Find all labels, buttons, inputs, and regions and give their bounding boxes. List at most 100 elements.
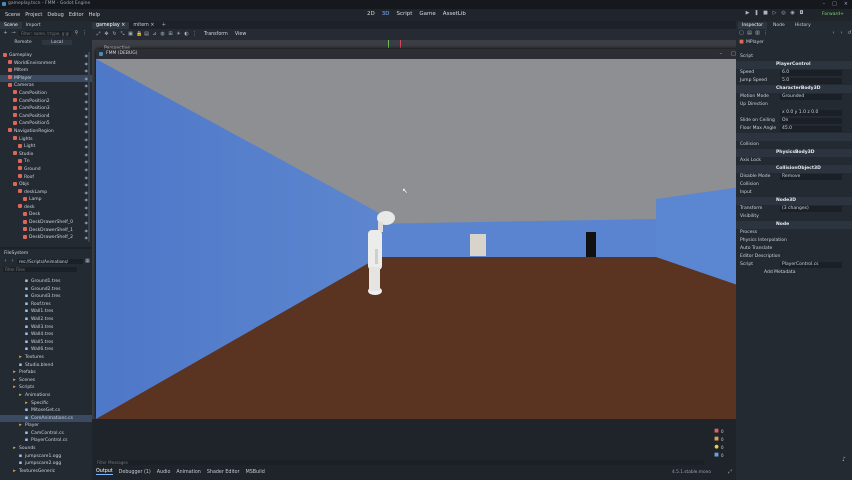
filesystem-item[interactable]: ▪ PlayerControl.cs	[0, 437, 92, 445]
microphone-icon[interactable]: ♪	[842, 456, 846, 463]
menu-scene[interactable]: Scene	[5, 12, 20, 18]
split-view-icon[interactable]: ▦	[85, 258, 90, 264]
minimize-icon[interactable]: –	[823, 1, 826, 7]
tab-import[interactable]: Import	[22, 22, 45, 29]
scene-tree-item[interactable]: CamPosition3 ◉	[0, 105, 92, 113]
workspace-game[interactable]: Game	[419, 11, 435, 17]
back-icon[interactable]: ‹	[3, 258, 8, 264]
tab-node[interactable]: Node	[769, 22, 789, 29]
inspector-section[interactable]	[736, 133, 852, 141]
workspace-assetlib[interactable]: AssetLib	[443, 11, 466, 17]
warning-filter-icon[interactable]: ■	[714, 436, 719, 442]
tab-history[interactable]: History	[791, 22, 815, 29]
inspector-property[interactable]: Speed 6.0	[736, 69, 852, 77]
property-value[interactable]: x 0.0 y 1.0 z 0.0	[780, 110, 842, 116]
error-filter-icon[interactable]: ■	[714, 428, 719, 434]
scene-tree-item[interactable]: Tn ◉	[0, 158, 92, 166]
filesystem-path[interactable]: res://Scripts/Animations/	[17, 258, 83, 264]
distraction-free-icon[interactable]: ⤢	[728, 469, 732, 475]
close-tab-icon[interactable]: ×	[149, 23, 154, 28]
filesystem-item[interactable]: ▪ Wall5.tres	[0, 339, 92, 347]
local-toggle[interactable]: Local	[42, 40, 72, 45]
play-scene-icon[interactable]: ▷	[772, 11, 777, 16]
inspector-property[interactable]: Jump Speed 5.0	[736, 77, 852, 85]
preview-env-icon[interactable]: ◐	[184, 32, 189, 37]
scene-tab[interactable]: mitem ×	[129, 22, 158, 29]
property-value[interactable]: 5.0	[780, 78, 842, 84]
filesystem-item[interactable]: ▪ Ground2.tres	[0, 286, 92, 294]
close-icon[interactable]: ×	[844, 1, 848, 7]
game-scene[interactable]: ↖	[96, 59, 755, 419]
workspace-3d[interactable]: 3D	[382, 11, 390, 17]
scene-tree-item[interactable]: CamPosition4 ◉	[0, 113, 92, 121]
filesystem-item[interactable]: ▸ Scenes	[0, 377, 92, 385]
inspector-property[interactable]: Visibility	[736, 213, 852, 221]
workspace-script[interactable]: Script	[396, 11, 412, 17]
property-value[interactable]: 45.0	[780, 126, 842, 132]
inspector-property[interactable]: Slide on Ceiling On	[736, 117, 852, 125]
scene-tree-item[interactable]: WorldEnvironment ◉	[0, 60, 92, 68]
filesystem-item[interactable]: ▪ Wall3.tres	[0, 324, 92, 332]
tab-scene[interactable]: Scene	[0, 21, 22, 29]
select-tool-icon[interactable]: ⤢	[96, 32, 101, 37]
filesystem-item[interactable]: ▪ MitoseGet.cs	[0, 407, 92, 415]
bottom-tab[interactable]: MSBuild	[246, 470, 265, 475]
inspector-section[interactable]: CollisionObject3D	[736, 165, 852, 173]
lock-icon[interactable]: 🔒	[136, 32, 142, 37]
move-tool-icon[interactable]: ✥	[104, 32, 109, 37]
remote-toggle[interactable]: Remote	[8, 40, 38, 45]
game-window[interactable]: FMM (DEBUG) – □ × ↖	[96, 49, 755, 419]
rotate-tool-icon[interactable]: ↻	[112, 32, 117, 37]
new-resource-icon[interactable]: ▢	[739, 31, 744, 36]
scene-tree-item[interactable]: Cameras ◉	[0, 82, 92, 90]
filter-options-icon[interactable]: ⚲	[74, 31, 79, 36]
scene-tree-item[interactable]: DeskDrawerShelf_0 ◉	[0, 219, 92, 227]
scene-tree-item[interactable]: CamPosition ◉	[0, 90, 92, 98]
object-history-icon[interactable]: ↺	[847, 31, 852, 36]
filesystem-item[interactable]: ▸ Specific	[0, 400, 92, 408]
scene-tree-item[interactable]: Gameplay ◉	[0, 52, 92, 60]
filesystem-item[interactable]: ▪ CamControl.cs	[0, 430, 92, 438]
menu-debug[interactable]: Debug	[47, 12, 63, 18]
add-node-icon[interactable]: +	[3, 31, 8, 36]
filesystem-item[interactable]: ▪ Wall1.tres	[0, 308, 92, 316]
forward-icon[interactable]: ›	[10, 258, 15, 264]
resource-options-icon[interactable]: ⋮	[763, 31, 768, 36]
maximize-icon[interactable]: □	[832, 1, 837, 7]
inspector-section[interactable]: Node3D	[736, 197, 852, 205]
verbose-filter-icon[interactable]: ■	[714, 452, 719, 458]
filesystem-item[interactable]: ▪ Wall2.tres	[0, 316, 92, 324]
scene-tree-scrollbar[interactable]	[88, 52, 90, 242]
filesystem-item[interactable]: ▪ jumpscare2.ogg	[0, 460, 92, 468]
pause-icon[interactable]: ❚	[754, 11, 759, 16]
menu-help[interactable]: Help	[89, 12, 100, 18]
filesystem-filter-input[interactable]	[3, 266, 77, 272]
property-value[interactable]: Remove	[780, 174, 842, 180]
inspector-property[interactable]: Input	[736, 189, 852, 197]
filesystem-item[interactable]: ▪ Ground3.tres	[0, 293, 92, 301]
filesystem-item[interactable]: ▪ Roof.tres	[0, 301, 92, 309]
scene-tree-item[interactable]: Lights ◉	[0, 136, 92, 144]
game-minimize-icon[interactable]: –	[720, 51, 723, 57]
inspector-property[interactable]: Physics Interpolation	[736, 237, 852, 245]
bottom-tab[interactable]: Shader Editor	[207, 470, 240, 475]
scene-filter-input[interactable]	[19, 31, 71, 36]
inspector-property[interactable]: Transform (3 changes)	[736, 205, 852, 213]
filesystem-item[interactable]: ▪ Ground1.tres	[0, 278, 92, 286]
inspector-property[interactable]: x 0.0 y 1.0 z 0.0	[736, 109, 852, 117]
more-options-icon[interactable]: ⋮	[192, 32, 197, 37]
filesystem-item[interactable]: ▪ Studio.blend	[0, 362, 92, 370]
close-tab-icon[interactable]: ×	[120, 23, 125, 28]
inspector-property[interactable]: Axis Lock	[736, 157, 852, 165]
inspector-property[interactable]: Disable Mode Remove	[736, 173, 852, 181]
inspector-property[interactable]: Script PlayerControl.cs	[736, 261, 852, 269]
filesystem-item[interactable]: ▪ Wall6.tres	[0, 346, 92, 354]
more-icon[interactable]: ⋮	[82, 31, 87, 36]
inspector-property[interactable]: Process	[736, 229, 852, 237]
link-icon[interactable]: ⊸	[11, 31, 16, 36]
scene-tab[interactable]: gameplay ×	[92, 21, 130, 29]
scene-tree-item[interactable]: Studio ◉	[0, 151, 92, 159]
inspector-property[interactable]: Floor Max Angle 45.0	[736, 125, 852, 133]
filesystem-item[interactable]: ▸ Textures	[0, 354, 92, 362]
inspector-section[interactable]: CharacterBody3D	[736, 85, 852, 93]
